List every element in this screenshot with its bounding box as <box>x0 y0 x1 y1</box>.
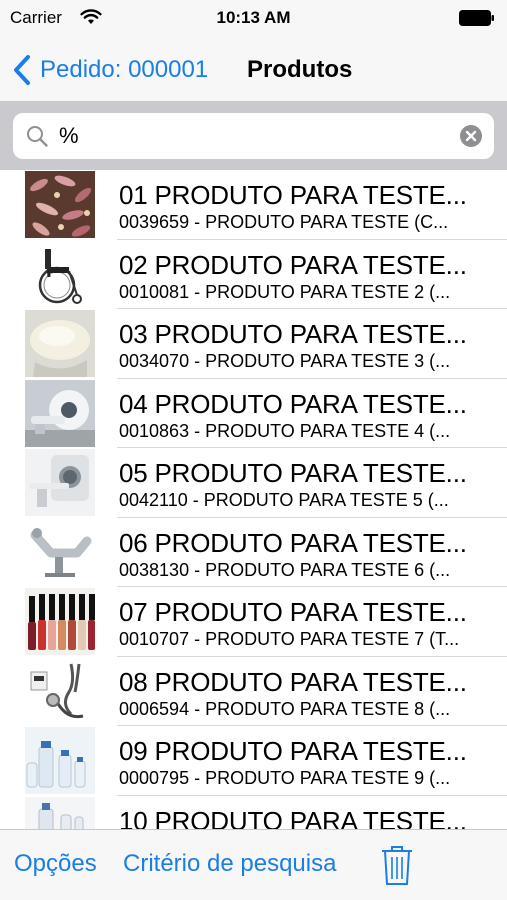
product-row[interactable]: 05 PRODUTO PARA TESTE... 0042110 - PRODU… <box>0 448 507 518</box>
product-title: 01 PRODUTO PARA TESTE... <box>119 180 467 210</box>
product-row[interactable]: 06 PRODUTO PARA TESTE... 0038130 - PRODU… <box>0 518 507 588</box>
product-row[interactable]: 09 PRODUTO PARA TESTE... 0000795 - PRODU… <box>0 726 507 796</box>
chevron-left-icon <box>14 55 30 85</box>
nail-polish-image <box>25 588 95 655</box>
mri-machine-image <box>25 449 95 516</box>
product-subtitle: 0010707 - PRODUTO PARA TESTE 7 (T... <box>119 629 460 649</box>
product-title: 02 PRODUTO PARA TESTE... <box>119 249 467 280</box>
product-title: 09 PRODUTO PARA TESTE... <box>119 736 467 766</box>
vials-image <box>25 727 95 794</box>
cream-image <box>25 310 95 377</box>
status-bar: Carrier 10:13 AM <box>0 0 507 38</box>
back-button-label: Pedido: 000001 <box>40 56 209 83</box>
product-title: 06 PRODUTO PARA TESTE... <box>119 527 467 558</box>
navigation-bar: Pedido: 000001 Produtos <box>0 38 507 102</box>
wheelchair-image <box>25 240 95 308</box>
options-button[interactable]: Opções <box>14 850 97 878</box>
page-title: Produtos <box>247 56 353 83</box>
product-title: 03 PRODUTO PARA TESTE... <box>119 319 467 349</box>
product-row[interactable]: 01 PRODUTO PARA TESTE... 0039659 - PRODU… <box>0 170 507 240</box>
product-list[interactable]: 01 PRODUTO PARA TESTE... 0039659 - PRODU… <box>0 170 507 829</box>
product-subtitle: 0010081 - PRODUTO PARA TESTE 2 (... <box>119 281 451 302</box>
product-title: 08 PRODUTO PARA TESTE... <box>119 666 467 697</box>
search-field <box>13 113 494 159</box>
search-bar <box>0 102 507 170</box>
bottom-toolbar: Opções Critério de pesquisa <box>0 829 507 900</box>
product-subtitle: 0038130 - PRODUTO PARA TESTE 6 (... <box>119 559 451 580</box>
search-input[interactable] <box>59 113 439 159</box>
product-title: 04 PRODUTO PARA TESTE... <box>119 388 467 419</box>
medical-chair-image <box>25 518 95 586</box>
scanner-machine-image <box>25 379 95 447</box>
search-icon <box>27 126 48 147</box>
product-row[interactable]: 07 PRODUTO PARA TESTE... 0010707 - PRODU… <box>0 587 507 657</box>
product-subtitle: 0039659 - PRODUTO PARA TESTE (C... <box>119 212 449 232</box>
product-subtitle: 0010863 - PRODUTO PARA TESTE 4 (... <box>119 420 451 441</box>
trash-icon[interactable] <box>380 844 414 886</box>
product-subtitle: 0042110 - PRODUTO PARA TESTE 5 (... <box>119 490 449 510</box>
product-row[interactable]: 02 PRODUTO PARA TESTE... 0010081 - PRODU… <box>0 240 507 310</box>
product-title: 05 PRODUTO PARA TESTE... <box>119 458 467 488</box>
product-row[interactable]: 10 PRODUTO PARA TESTE... <box>0 796 507 830</box>
product-title: 10 PRODUTO PARA TESTE... <box>119 805 467 830</box>
stethoscope-image <box>25 657 95 725</box>
product-subtitle: 0034070 - PRODUTO PARA TESTE 3 (... <box>119 351 451 371</box>
product-row[interactable]: 04 PRODUTO PARA TESTE... 0010863 - PRODU… <box>0 379 507 449</box>
clear-search-icon[interactable] <box>460 125 482 147</box>
product-row[interactable]: 08 PRODUTO PARA TESTE... 0006594 - PRODU… <box>0 657 507 727</box>
product-subtitle: 0000795 - PRODUTO PARA TESTE 9 (... <box>119 768 451 788</box>
food-image <box>25 171 95 238</box>
battery-icon <box>459 10 494 26</box>
clock-time: 10:13 AM <box>216 8 291 27</box>
product-subtitle: 0006594 - PRODUTO PARA TESTE 8 (... <box>119 698 451 719</box>
search-criteria-button[interactable]: Critério de pesquisa <box>123 850 336 878</box>
bottles-image <box>25 796 95 829</box>
back-button[interactable]: Pedido: 000001 <box>12 52 208 88</box>
product-row[interactable]: 03 PRODUTO PARA TESTE... 0034070 - PRODU… <box>0 309 507 379</box>
product-title: 07 PRODUTO PARA TESTE... <box>119 597 467 627</box>
